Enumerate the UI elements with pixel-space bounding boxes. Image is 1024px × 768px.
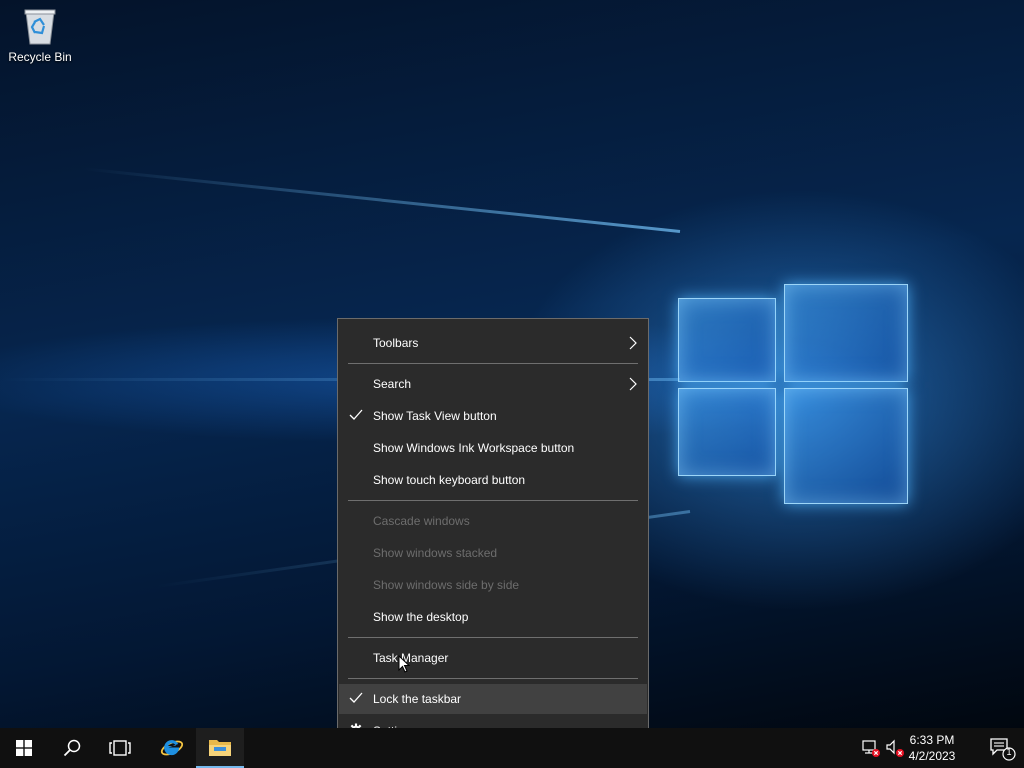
logo-pane [678, 388, 776, 476]
menu-item-search[interactable]: Search [339, 369, 647, 399]
menu-item-label: Toolbars [373, 336, 419, 350]
clock-date: 4/2/2023 [908, 749, 956, 763]
menu-item-label: Task Manager [373, 651, 449, 665]
checkmark-icon [349, 409, 363, 420]
menu-separator [348, 363, 638, 364]
menu-item-label: Show Windows Ink Workspace button [373, 441, 575, 455]
mouse-cursor-icon [398, 655, 410, 673]
recycle-bin-label: Recycle Bin [8, 50, 72, 64]
menu-item-show-touch-keyboard-button[interactable]: Show touch keyboard button [339, 465, 647, 495]
menu-separator [348, 637, 638, 638]
chevron-right-icon [629, 336, 637, 350]
menu-item-toolbars[interactable]: Toolbars [339, 328, 647, 358]
network-disconnected-icon[interactable] [861, 738, 881, 758]
task-view-button[interactable] [96, 728, 144, 768]
menu-item-label: Show windows stacked [373, 546, 498, 560]
search-icon [63, 739, 81, 757]
windows-wallpaper-logo [672, 268, 912, 508]
folder-icon [209, 740, 231, 756]
logo-pane [784, 388, 908, 504]
notification-icon [990, 738, 1016, 761]
menu-item-label: Cascade windows [373, 514, 470, 528]
internet-explorer-button[interactable] [148, 728, 196, 768]
taskbar-clock[interactable]: 6:33 PM 4/2/2023 [902, 732, 962, 764]
windows-logo-icon [16, 740, 32, 756]
start-button[interactable] [0, 728, 48, 768]
menu-item-show-task-view-button[interactable]: Show Task View button [339, 401, 647, 431]
menu-item-show-windows-ink-workspace-button[interactable]: Show Windows Ink Workspace button [339, 433, 647, 463]
menu-item-label: Show Task View button [373, 409, 497, 423]
logo-pane [678, 298, 776, 382]
light-beam [83, 167, 681, 233]
action-center-button[interactable]: 1 [990, 737, 1016, 761]
menu-item-label: Show touch keyboard button [373, 473, 526, 487]
recycle-bin-icon [23, 6, 57, 46]
checkmark-icon [349, 692, 363, 703]
menu-item-label: Search [373, 377, 412, 391]
menu-item-label: Show the desktop [373, 610, 469, 624]
menu-item-task-manager[interactable]: Task Manager [339, 643, 647, 673]
menu-item-label: Lock the taskbar [373, 692, 462, 706]
menu-separator [348, 500, 638, 501]
recycle-bin-shortcut[interactable]: Recycle Bin [4, 6, 76, 64]
taskbar-context-menu: Toolbars Search Show Task View button Sh… [337, 318, 649, 755]
search-button[interactable] [48, 728, 96, 768]
internet-explorer-icon [160, 740, 184, 756]
clock-time: 6:33 PM [909, 733, 955, 747]
menu-item-label: Show windows side by side [373, 578, 520, 592]
chevron-right-icon [629, 377, 637, 391]
menu-item-lock-the-taskbar[interactable]: Lock the taskbar [339, 684, 647, 714]
logo-pane [784, 284, 908, 382]
menu-separator [348, 678, 638, 679]
menu-item-show-windows-stacked: Show windows stacked [339, 538, 647, 568]
task-view-icon [109, 740, 131, 756]
menu-item-cascade-windows: Cascade windows [339, 506, 647, 536]
taskbar[interactable]: 6:33 PM 4/2/2023 1 [0, 728, 1024, 768]
menu-item-show-the-desktop[interactable]: Show the desktop [339, 602, 647, 632]
notification-count-badge: 1 [1006, 747, 1012, 757]
file-explorer-button[interactable] [196, 728, 244, 768]
menu-item-show-windows-side-by-side: Show windows side by side [339, 570, 647, 600]
